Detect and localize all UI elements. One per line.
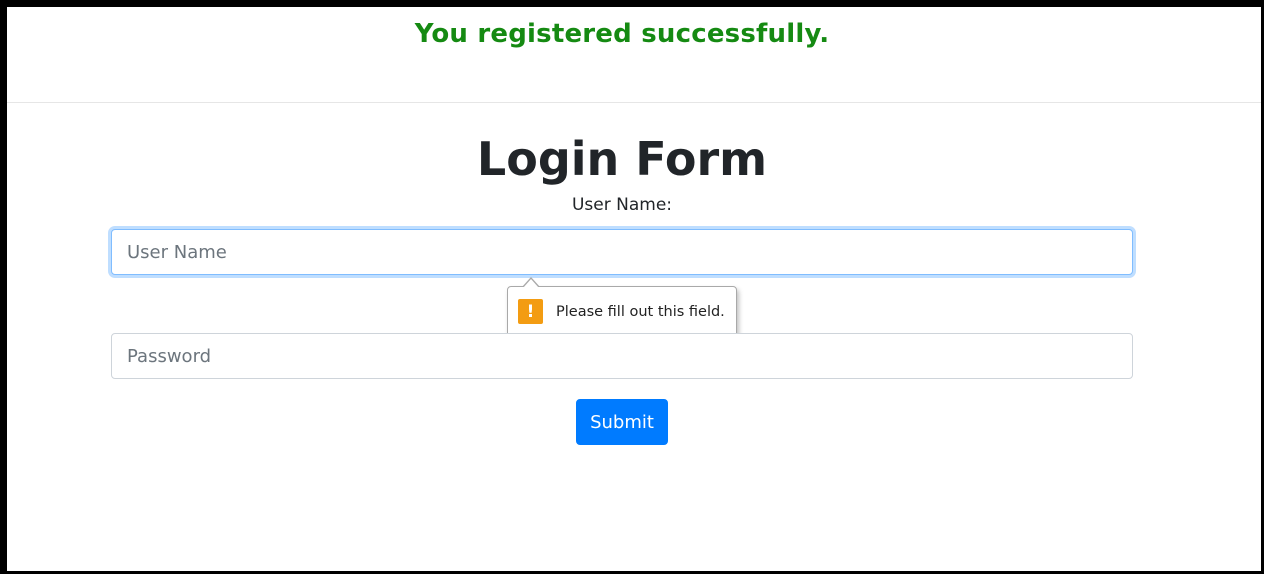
success-message: You registered successfully.	[414, 19, 830, 49]
submit-button[interactable]: Submit	[576, 399, 668, 445]
username-label: User Name:	[571, 195, 673, 215]
validation-tooltip: ! Please fill out this field.	[507, 277, 737, 337]
password-input[interactable]	[111, 333, 1133, 379]
divider	[7, 102, 1261, 103]
warning-icon: !	[518, 299, 543, 324]
validation-message: Please fill out this field.	[556, 303, 725, 320]
page-title: Login Form	[476, 132, 768, 186]
page-frame: You registered successfully. Login Form …	[7, 7, 1261, 571]
username-input[interactable]	[111, 229, 1133, 275]
